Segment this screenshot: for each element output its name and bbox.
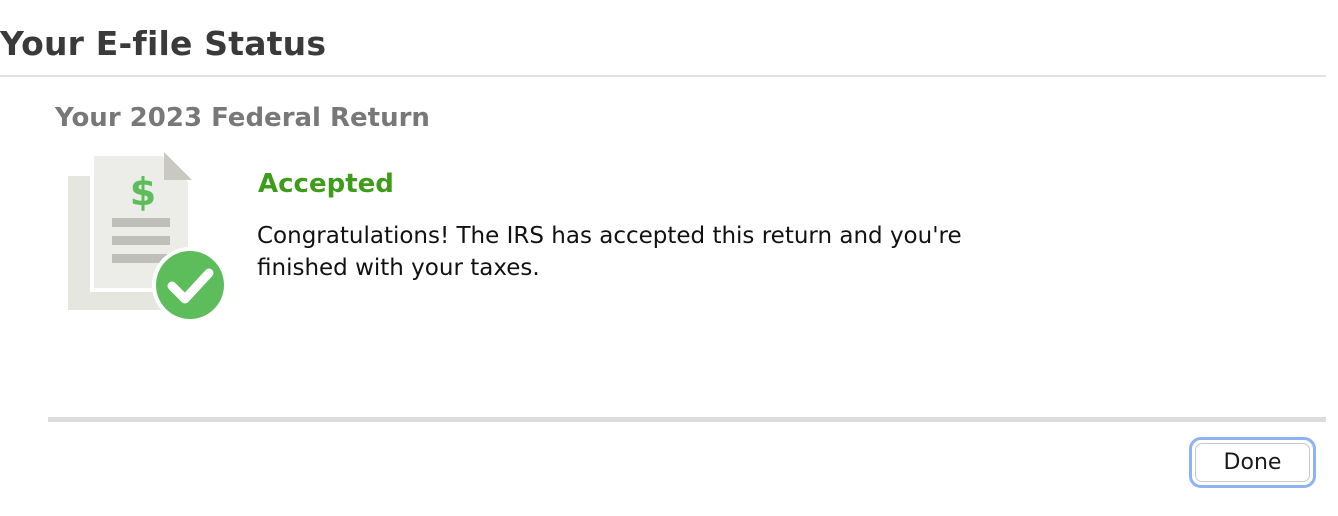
- title-divider: [0, 75, 1326, 77]
- done-button[interactable]: Done: [1189, 437, 1316, 488]
- status-badge: Accepted: [258, 169, 394, 199]
- footer-divider: [48, 417, 1326, 422]
- checkmark-badge-icon: [152, 247, 228, 323]
- done-button-label: Done: [1195, 443, 1310, 482]
- dollar-sign-icon: $: [130, 170, 156, 214]
- tax-document-icon: $: [68, 152, 228, 323]
- efile-status-dialog: Your E-file Status Your 2023 Federal Ret…: [0, 0, 1338, 516]
- tax-document-illustration: $: [66, 150, 230, 324]
- status-message: Congratulations! The IRS has accepted th…: [257, 223, 962, 281]
- page-title: Your E-file Status: [0, 24, 327, 63]
- return-title: Your 2023 Federal Return: [55, 103, 430, 133]
